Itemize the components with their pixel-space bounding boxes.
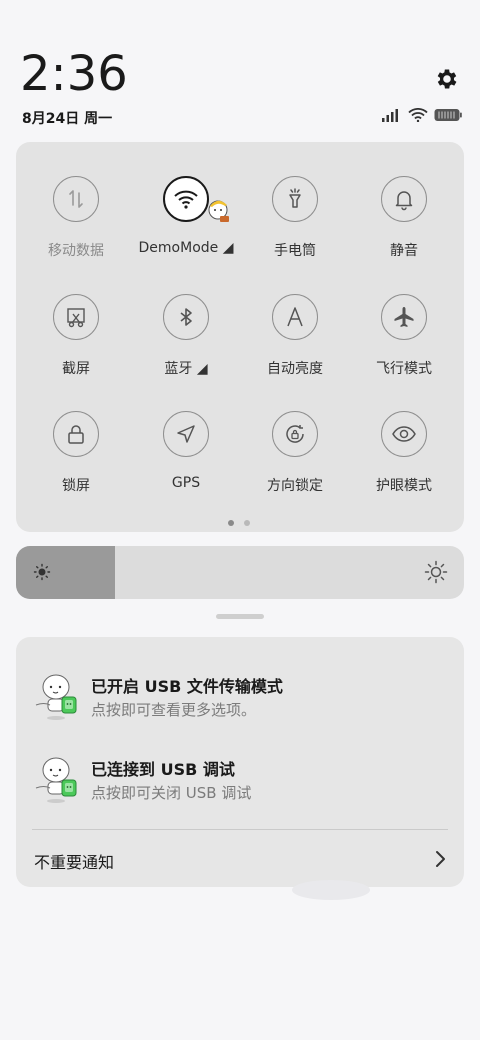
brightness-fill [16,546,115,599]
tile-label: 自动亮度 [267,361,323,377]
page-dot[interactable] [244,520,250,526]
flashlight-icon [272,176,318,222]
tile-mobile-data[interactable]: 移动数据 [21,142,131,259]
bluetooth-icon [163,294,209,340]
tile-gps[interactable]: GPS [131,377,241,491]
notification-usb-debug[interactable]: 已连接到 USB 调试 点按即可关闭 USB 调试 [16,750,464,820]
sun-low-icon [33,563,51,581]
airplane-icon [381,294,427,340]
tile-eye-care[interactable]: 护眼模式 [349,377,459,494]
tile-bluetooth[interactable]: 蓝牙 ◢ [131,260,241,377]
background-decoration [292,880,370,900]
notification-title: 已连接到 USB 调试 [91,760,235,779]
bell-icon [381,176,427,222]
tile-flashlight[interactable]: 手电筒 [240,142,350,259]
tile-screenshot[interactable]: 截屏 [21,260,131,377]
brightness-slider[interactable] [16,546,464,599]
notification-text: 点按即可查看更多选项。 [91,701,257,719]
gear-icon[interactable] [434,66,460,92]
tile-wifi[interactable]: DemoMode ◢ [131,142,241,256]
page-indicator [228,520,250,526]
notification-title: 已开启 USB 文件传输模式 [91,677,283,696]
mascot-app-icon [35,757,77,803]
tile-lock-screen[interactable]: 锁屏 [21,377,131,494]
lock-icon [53,411,99,457]
clock[interactable]: 2:36 [20,48,128,100]
tile-silent[interactable]: 静音 [349,142,459,259]
page-dot[interactable] [228,520,234,526]
tile-airplane[interactable]: 飞行模式 [349,260,459,377]
mascot-app-icon [35,674,77,720]
notification-panel: 已开启 USB 文件传输模式 点按即可查看更多选项。 已连接到 USB 调试 点… [16,637,464,887]
tile-label: 截屏 [62,361,90,377]
mobile-data-icon [53,176,99,222]
tile-rotation-lock[interactable]: 方向锁定 [240,377,350,494]
screenshot-scissors-icon [53,294,99,340]
chevron-right-icon [436,851,445,867]
tile-label: 静音 [390,243,418,259]
location-arrow-icon [163,411,209,457]
tile-label: 方向锁定 [267,478,323,494]
wifi-icon [408,108,428,122]
tile-label: 移动数据 [48,243,104,259]
tile-label: GPS [171,475,201,491]
status-area: 2:36 8月24日 周一 [0,0,480,140]
tile-label: DemoMode ◢ [138,240,234,256]
divider [32,829,448,830]
battery-icon [434,109,462,121]
quick-settings-panel: 移动数据 DemoMode ◢ 手电筒 静音 截屏 蓝牙 ◢ 自动亮度 飞行模式… [16,142,464,532]
wifi-icon [163,176,209,222]
tile-label: 锁屏 [62,478,90,494]
sun-high-icon [424,560,448,584]
notification-usb-transfer[interactable]: 已开启 USB 文件传输模式 点按即可查看更多选项。 [16,667,464,737]
drag-handle[interactable] [216,614,264,619]
signal-icon [382,109,398,122]
date[interactable]: 8月24日 周一 [22,108,112,128]
eye-icon [381,411,427,457]
auto-brightness-icon [272,294,318,340]
unimportant-label: 不重要通知 [34,853,115,872]
tile-label: 飞行模式 [376,361,432,377]
unimportant-notifications-row[interactable]: 不重要通知 [16,837,464,881]
rotation-lock-icon [272,411,318,457]
tile-label: 蓝牙 ◢ [164,361,208,377]
tile-label: 手电筒 [274,243,316,259]
tile-auto-brightness[interactable]: 自动亮度 [240,260,350,377]
tile-label: 护眼模式 [376,478,432,494]
mascot-badge-icon [208,200,229,222]
notification-text: 点按即可关闭 USB 调试 [91,784,252,802]
